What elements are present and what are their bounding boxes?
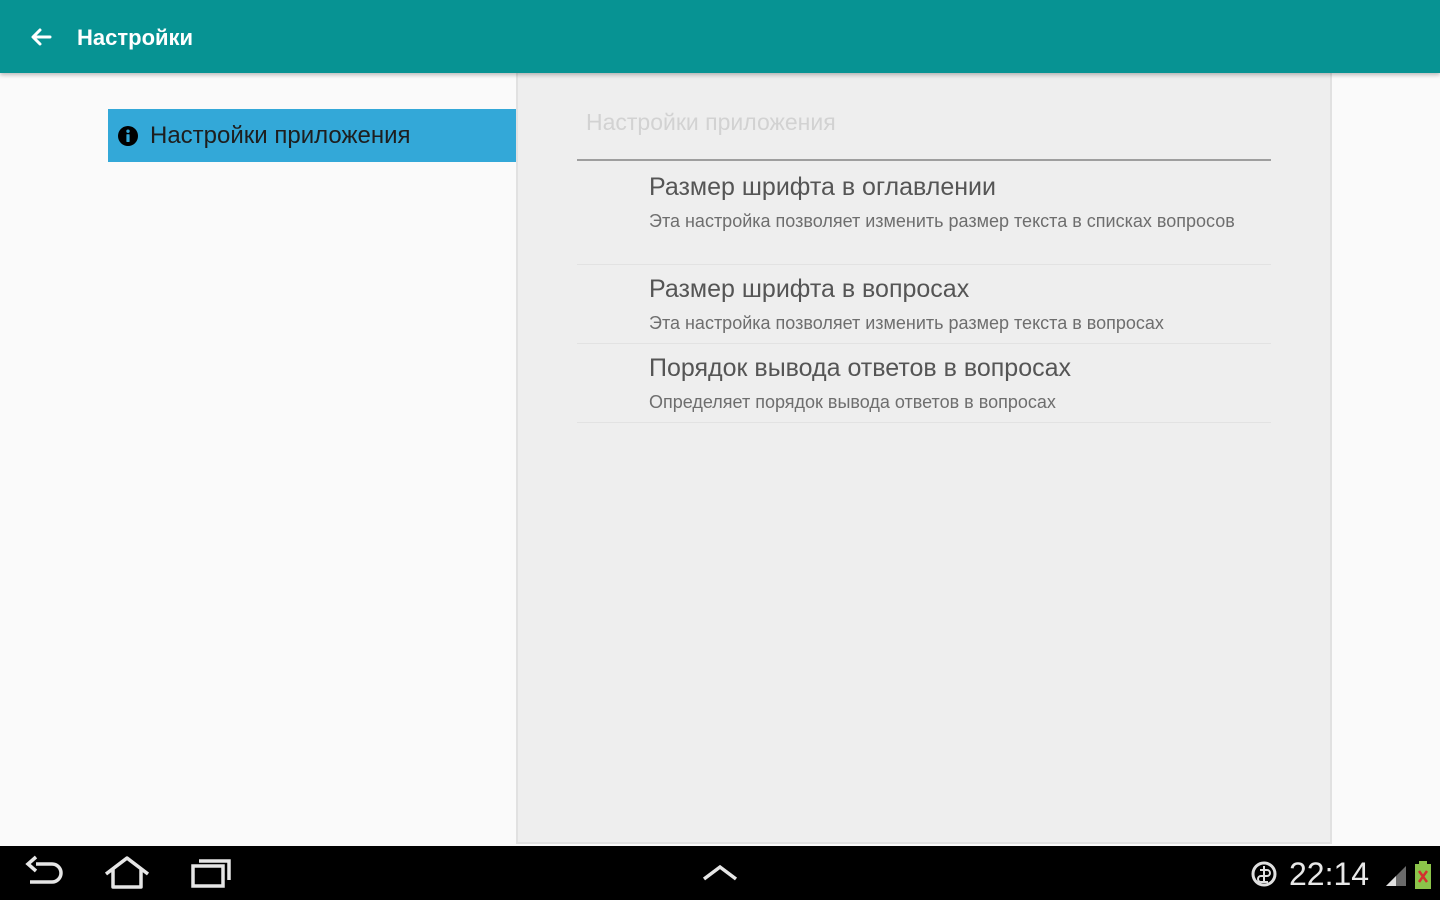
category-divider xyxy=(577,159,1271,161)
pref-summary: Определяет порядок вывода ответов в вопр… xyxy=(649,392,1056,412)
signal-icon xyxy=(1386,866,1406,886)
pref-answer-order[interactable]: Порядок вывода ответов в вопросах Опреде… xyxy=(577,344,1271,423)
pref-title: Порядок вывода ответов в вопросах xyxy=(649,354,1072,382)
nav-home-button[interactable] xyxy=(102,854,152,897)
arrow-left-icon xyxy=(31,28,52,46)
chevron-up-icon xyxy=(702,864,738,881)
pref-title: Размер шрифта в оглавлении xyxy=(649,173,996,201)
pref-summary: Эта настройка позволяет изменить размер … xyxy=(649,313,1164,333)
back-button[interactable] xyxy=(24,20,58,54)
home-icon xyxy=(104,856,150,889)
preferences-pane: Настройки приложения Размер шрифта в огл… xyxy=(516,73,1332,844)
pref-title: Размер шрифта в вопросах xyxy=(649,275,970,303)
nav-recent-apps-button[interactable] xyxy=(188,854,234,897)
preference-category-title: Настройки приложения xyxy=(586,109,836,135)
recent-apps-icon xyxy=(191,859,231,888)
system-nav-bar: 22:14 xyxy=(0,846,1440,900)
nav-expand-button[interactable] xyxy=(700,854,740,897)
status-clock: 22:14 xyxy=(1289,856,1370,892)
pref-toc-font-size[interactable]: Размер шрифта в оглавлении Эта настройка… xyxy=(577,163,1271,265)
battery-icon xyxy=(1415,861,1431,889)
page-title: Настройки xyxy=(77,25,194,50)
header-item-app-settings[interactable]: Настройки приложения xyxy=(108,109,516,162)
app-bar: Настройки xyxy=(0,0,1440,73)
headers-pane: Настройки приложения xyxy=(0,73,516,846)
nav-back-button[interactable] xyxy=(22,854,66,897)
back-icon xyxy=(25,855,63,884)
header-item-label: Настройки приложения xyxy=(150,121,411,149)
pref-question-font-size[interactable]: Размер шрифта в вопросах Эта настройка п… xyxy=(577,265,1271,344)
data-saver-icon xyxy=(1251,861,1277,887)
info-icon xyxy=(118,125,138,146)
pref-summary: Эта настройка позволяет изменить размер … xyxy=(649,211,1235,231)
